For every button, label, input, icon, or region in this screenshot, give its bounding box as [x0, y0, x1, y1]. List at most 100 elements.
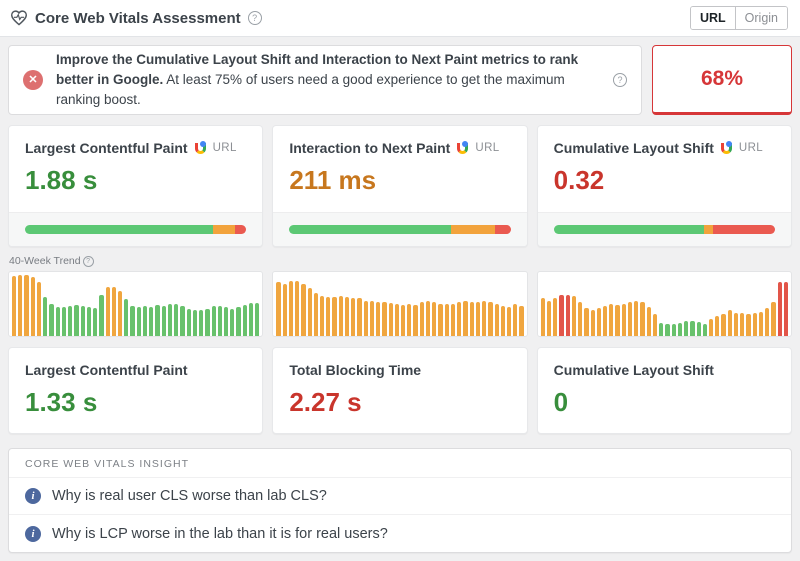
- trend-bar: [162, 306, 166, 336]
- trend-bar: [759, 312, 763, 336]
- trend-bar: [495, 304, 499, 336]
- trend-bar: [753, 313, 757, 336]
- top-bar: Core Web Vitals Assessment ? URL Origin: [0, 0, 800, 37]
- trend-bar: [401, 305, 405, 336]
- dist-segment-needs_improvement: [213, 225, 235, 234]
- trend-bar: [212, 306, 216, 336]
- metric-value: 0.32: [554, 165, 775, 196]
- trend-bar: [507, 307, 511, 336]
- trend-bar: [603, 306, 607, 336]
- trend-bar: [12, 276, 16, 336]
- trend-bar: [62, 307, 66, 336]
- trend-bar: [143, 306, 147, 336]
- trend-bar: [283, 284, 287, 336]
- trend-bar: [24, 275, 28, 336]
- content: ✕ Improve the Cumulative Layout Shift an…: [0, 37, 800, 561]
- trend-bar: [672, 324, 676, 336]
- trend-bar: [193, 310, 197, 336]
- trend-bar: [771, 302, 775, 336]
- insight-item-lcp[interactable]: i Why is LCP worse in the lab than it is…: [9, 515, 791, 552]
- trend-bar: [740, 313, 744, 336]
- trend-bar: [314, 293, 318, 336]
- trend-bar: [609, 304, 613, 336]
- trend-bar: [438, 304, 442, 336]
- trend-bar: [665, 324, 669, 336]
- metric-card-tbt-lab: Total Blocking Time 2.27 s: [272, 347, 527, 434]
- trend-bar: [43, 297, 47, 336]
- trend-bar: [289, 281, 293, 336]
- help-icon[interactable]: ?: [83, 256, 94, 267]
- trend-bar: [301, 284, 305, 336]
- trend-bar: [578, 302, 582, 336]
- trend-bar: [559, 295, 563, 336]
- trend-bar: [149, 307, 153, 336]
- trend-bar: [445, 304, 449, 336]
- metric-title: Largest Contentful Paint: [25, 140, 188, 156]
- lab-metrics-row: Largest Contentful Paint 1.33 s Total Bl…: [8, 347, 792, 434]
- trend-bar: [339, 296, 343, 336]
- trend-chart-lcp: [8, 271, 263, 337]
- trend-bar: [395, 304, 399, 336]
- distribution-bar: [289, 225, 510, 234]
- trend-bar: [236, 307, 240, 336]
- trend-bar: [187, 309, 191, 336]
- trend-bar: [653, 314, 657, 336]
- trend-bar: [420, 302, 424, 336]
- dist-segment-poor: [235, 225, 246, 234]
- metric-title: Interaction to Next Paint: [289, 140, 450, 156]
- toggle-origin-button[interactable]: Origin: [736, 7, 787, 29]
- trend-bar: [634, 301, 638, 336]
- trend-bar: [553, 298, 557, 336]
- trend-bar: [647, 307, 651, 336]
- trend-bar: [351, 298, 355, 336]
- trend-label: 40-Week Trend: [9, 255, 81, 267]
- trend-charts-row: [8, 271, 792, 337]
- insight-item-cls[interactable]: i Why is real user CLS worse than lab CL…: [9, 478, 791, 515]
- help-icon[interactable]: ?: [613, 73, 627, 87]
- dist-segment-good: [25, 225, 213, 234]
- trend-bar: [382, 302, 386, 336]
- metric-title: Largest Contentful Paint: [25, 362, 188, 378]
- trend-bar: [715, 316, 719, 336]
- trend-chart-cls: [537, 271, 792, 337]
- trend-bar: [476, 302, 480, 336]
- insight-question: Why is real user CLS worse than lab CLS?: [52, 488, 327, 504]
- trend-bar: [615, 305, 619, 336]
- trend-bar: [155, 305, 159, 336]
- page-title: Core Web Vitals Assessment: [35, 10, 241, 27]
- dist-segment-good: [289, 225, 451, 234]
- dist-segment-good: [554, 225, 705, 234]
- toggle-url-button[interactable]: URL: [691, 7, 736, 29]
- trend-bar: [541, 298, 545, 336]
- trend-bar: [93, 308, 97, 336]
- trend-bar: [320, 296, 324, 336]
- trend-bar: [413, 305, 417, 336]
- trend-bar: [174, 304, 178, 336]
- trend-bar: [501, 306, 505, 337]
- trend-bar: [784, 282, 788, 336]
- trend-bar: [112, 287, 116, 336]
- metric-title: Total Blocking Time: [289, 362, 421, 378]
- score-box: 68%: [652, 45, 792, 115]
- trend-bar: [168, 304, 172, 336]
- trend-bar: [547, 301, 551, 336]
- trend-bar: [734, 313, 738, 336]
- trend-bar: [709, 319, 713, 336]
- trend-bar: [597, 308, 601, 336]
- trend-bar: [628, 302, 632, 336]
- trend-bar: [389, 303, 393, 336]
- trend-bar: [357, 298, 361, 336]
- trend-chart-tbt: [272, 271, 527, 337]
- url-origin-toggle: URL Origin: [690, 6, 788, 30]
- trend-bar: [224, 307, 228, 336]
- trend-bar: [703, 324, 707, 336]
- source-label: URL: [213, 142, 237, 154]
- trend-bar: [684, 321, 688, 336]
- trend-bar: [765, 308, 769, 336]
- trend-bar: [180, 306, 184, 336]
- trend-label-wrap: 40-Week Trend ?: [9, 255, 792, 267]
- help-icon[interactable]: ?: [248, 11, 262, 25]
- info-icon: i: [25, 526, 41, 542]
- trend-bar: [118, 291, 122, 336]
- trend-bar: [345, 297, 349, 336]
